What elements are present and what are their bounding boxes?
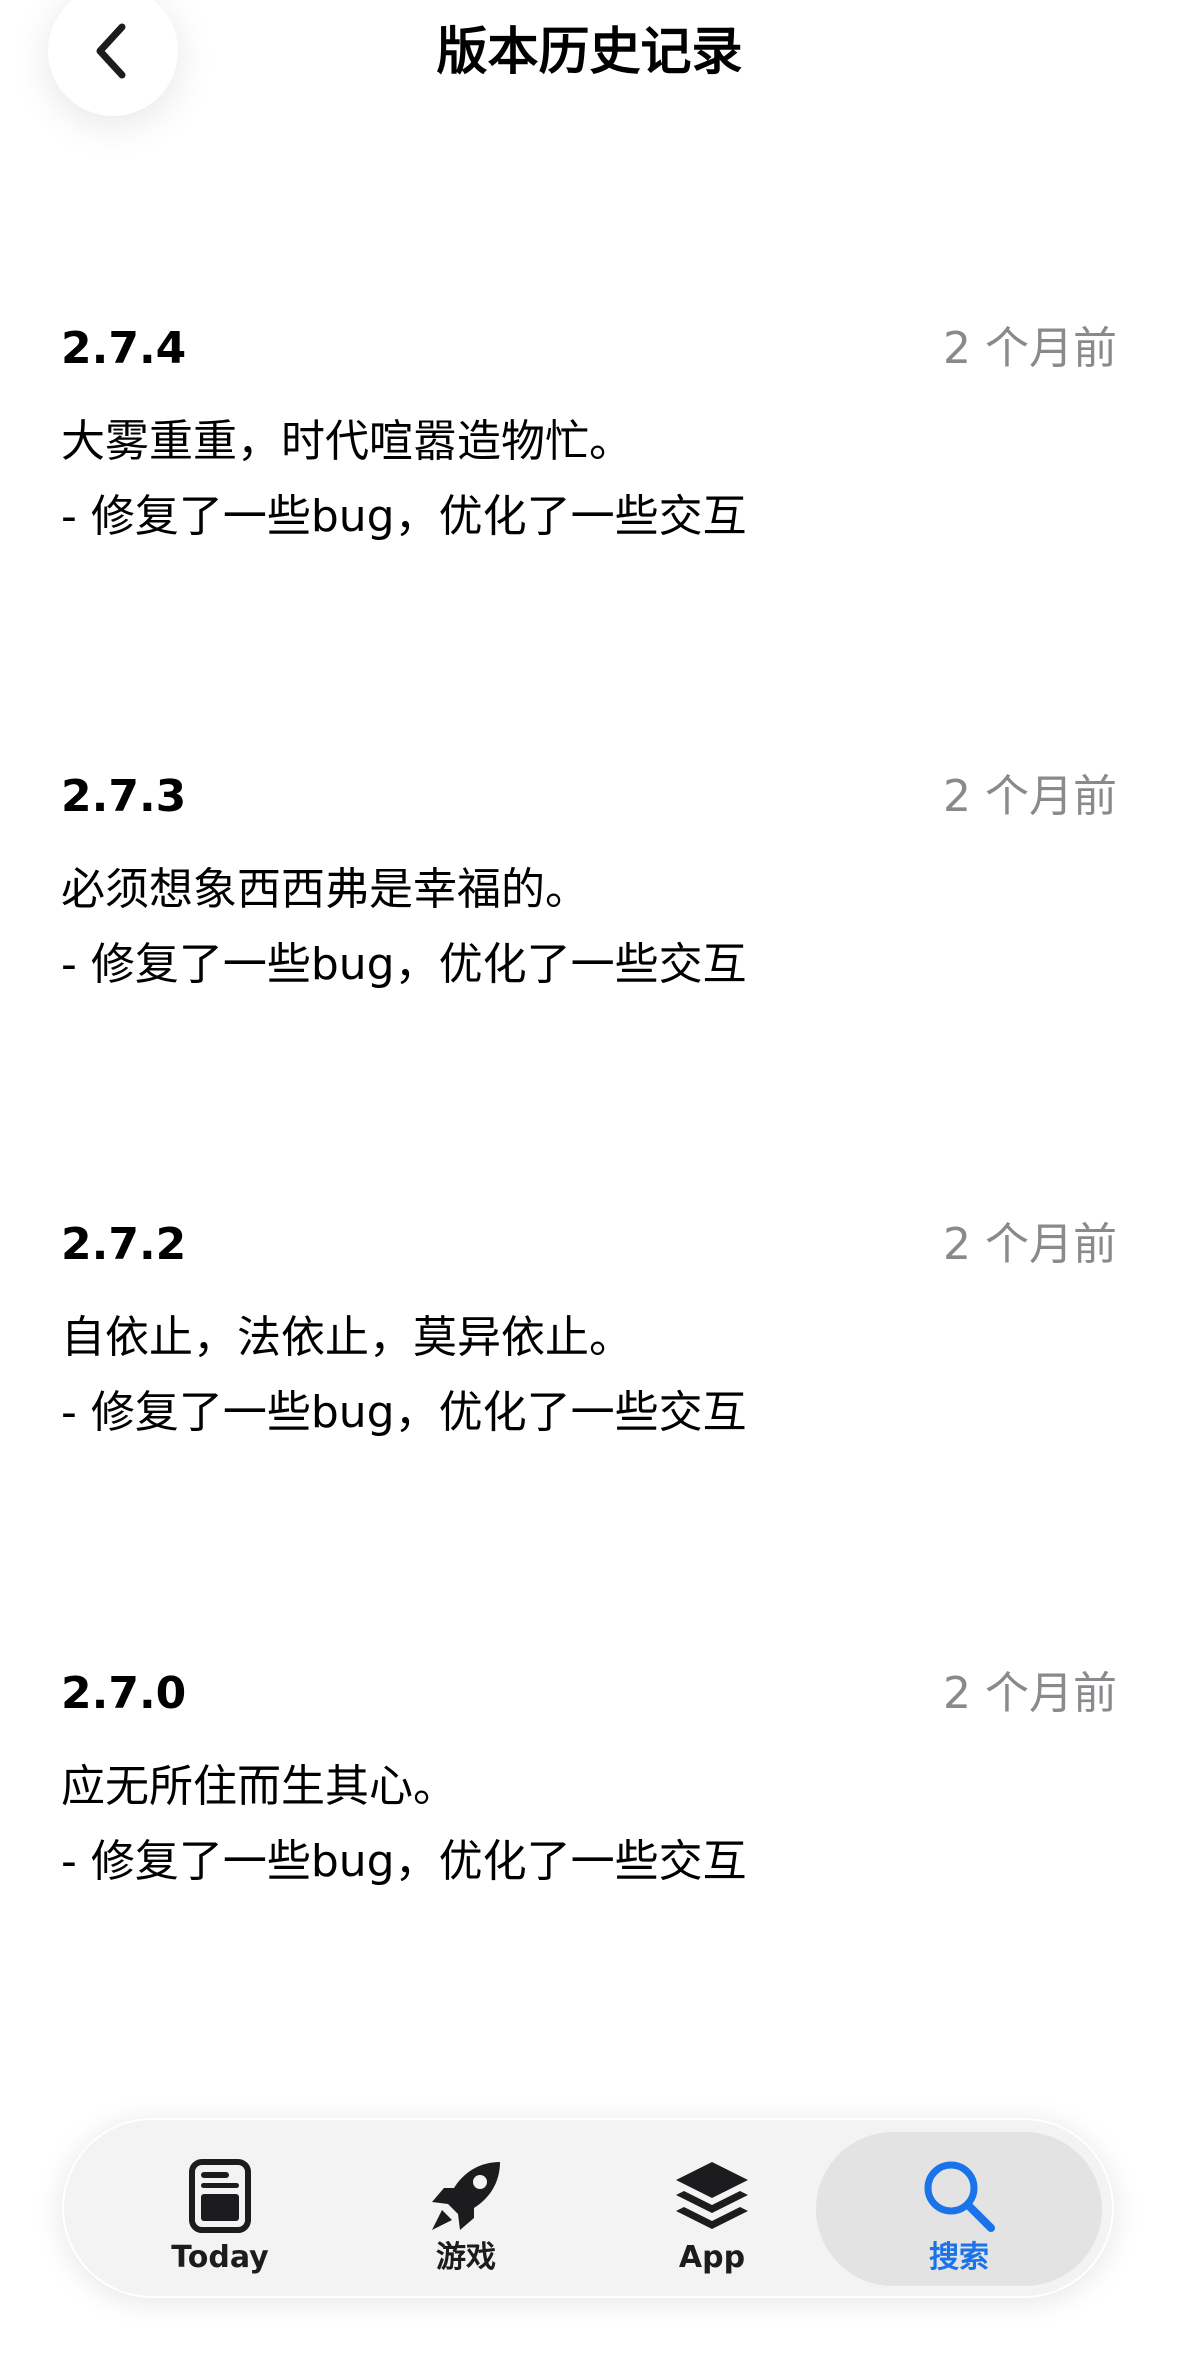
- release-notes: 大雾重重，时代喧嚣造物忙。 - 修复了一些bug，优化了一些交互: [61, 404, 1117, 554]
- release-item: 2.7.4 2 个月前 大雾重重，时代喧嚣造物忙。 - 修复了一些bug，优化了…: [61, 318, 1117, 554]
- version-number: 2.7.0: [61, 1668, 187, 1719]
- release-note-line: - 修复了一些bug，优化了一些交互: [61, 491, 747, 542]
- release-note-line: 大雾重重，时代喧嚣造物忙。: [61, 416, 633, 467]
- rocket-icon: [426, 2158, 506, 2234]
- tab-bar: Today 游戏 App 搜索: [62, 2118, 1114, 2298]
- version-number: 2.7.2: [61, 1219, 187, 1270]
- search-icon: [921, 2158, 997, 2234]
- tab-apps[interactable]: App: [592, 2132, 832, 2286]
- release-notes: 自依止，法依止，莫异依止。 - 修复了一些bug，优化了一些交互: [61, 1300, 1117, 1450]
- release-date: 2 个月前: [943, 1668, 1117, 1719]
- release-header: 2.7.2 2 个月前: [61, 1214, 1117, 1276]
- release-item: 2.7.0 2 个月前 应无所住而生其心。 - 修复了一些bug，优化了一些交互: [61, 1663, 1117, 1899]
- release-notes: 应无所住而生其心。 - 修复了一些bug，优化了一些交互: [61, 1749, 1117, 1899]
- tab-today[interactable]: Today: [100, 2132, 340, 2286]
- layers-icon: [672, 2158, 752, 2234]
- release-notes: 必须想象西西弗是幸福的。 - 修复了一些bug，优化了一些交互: [61, 852, 1117, 1002]
- page-title: 版本历史记录: [436, 23, 743, 82]
- tab-games[interactable]: 游戏: [346, 2132, 586, 2286]
- version-number: 2.7.3: [61, 771, 187, 822]
- release-note-line: 自依止，法依止，莫异依止。: [61, 1312, 633, 1363]
- release-date: 2 个月前: [943, 771, 1117, 822]
- tab-label: App: [678, 2240, 746, 2275]
- release-note-line: - 修复了一些bug，优化了一些交互: [61, 1387, 747, 1438]
- release-note-line: - 修复了一些bug，优化了一些交互: [61, 939, 747, 990]
- today-icon: [188, 2158, 252, 2234]
- release-note-line: 必须想象西西弗是幸福的。: [61, 864, 589, 915]
- release-header: 2.7.4 2 个月前: [61, 318, 1117, 380]
- release-item: 2.7.2 2 个月前 自依止，法依止，莫异依止。 - 修复了一些bug，优化了…: [61, 1214, 1117, 1450]
- tab-label: 搜索: [929, 2240, 989, 2275]
- release-note-line: 应无所住而生其心。: [61, 1761, 457, 1812]
- tab-search[interactable]: 搜索: [816, 2132, 1102, 2286]
- release-note-line: - 修复了一些bug，优化了一些交互: [61, 1836, 747, 1887]
- tab-label: 游戏: [436, 2240, 496, 2275]
- release-header: 2.7.3 2 个月前: [61, 766, 1117, 828]
- release-header: 2.7.0 2 个月前: [61, 1663, 1117, 1725]
- version-number: 2.7.4: [61, 323, 187, 374]
- tab-label: Today: [171, 2240, 269, 2275]
- release-item: 2.7.3 2 个月前 必须想象西西弗是幸福的。 - 修复了一些bug，优化了一…: [61, 766, 1117, 1002]
- release-date: 2 个月前: [943, 323, 1117, 374]
- release-date: 2 个月前: [943, 1219, 1117, 1270]
